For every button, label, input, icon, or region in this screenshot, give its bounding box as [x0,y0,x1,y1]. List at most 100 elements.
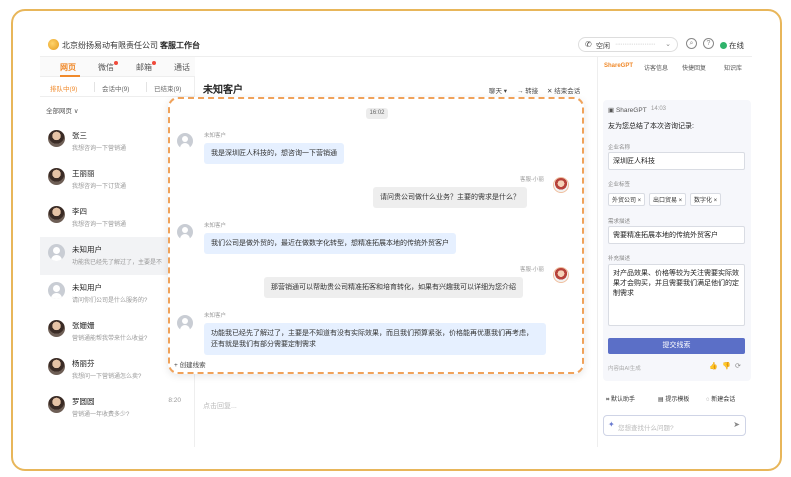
send-icon[interactable]: ➤ [733,420,740,429]
company-logo [48,39,59,50]
company-field[interactable]: 深圳匠人科技 [608,152,745,170]
contact-name: 未知用户 [72,245,102,254]
avatar [48,282,65,299]
refresh-icon[interactable]: ⟳ [735,362,741,370]
source-filter[interactable]: 全部网页 ∨ [46,105,79,115]
avatar [48,320,65,337]
timestamp: 16:02 [366,108,388,119]
contact-time: 8:20 [168,397,181,404]
create-lead-button[interactable]: + 创建线索 [174,359,206,369]
top-bar: 北京纷扬易动有限责任公司 | 客服工作台 ✆ 空闲 ··············… [40,31,752,57]
message-bubble-incoming: 我们公司是做外贸的，最近在做数字化转型，想精准拓展本地的传统外贸客户 [204,233,456,254]
message-sender: 未知客户 [204,313,227,319]
tab-call[interactable]: 通话 [174,62,190,73]
phone-icon: ✆ [585,40,592,49]
summary-card: ▣ ShareGPT 14:03 友为您总结了本次咨询记录: 企业名称 深圳匠人… [603,100,751,381]
online-status-label: 在线 [729,41,744,50]
online-status[interactable]: 在线 [720,40,744,51]
contact-snippet: 我想咨询一下营销通 [72,222,127,228]
prompt-template-label: 提示模板 [665,397,690,403]
thumbs-down-icon[interactable]: 👎 [722,362,731,370]
tab-quick-reply[interactable]: 快捷回复 [682,63,706,72]
customer-avatar [177,133,193,149]
new-chat-button[interactable]: ◌ 新建会话 [703,393,738,407]
tag-chip[interactable]: 数字化 × [690,193,722,206]
contact-snippet: 我想问一下营销通怎么卖? [72,374,142,380]
extra-field[interactable]: 对产品效果、价格等较为关注需要实际效果才会购买，并且需要我们满足他们的定制需求 [608,264,745,326]
chevron-down-icon: ⌄ [665,41,671,48]
status-dot-icon [720,42,727,49]
bot-icon: ▣ [608,107,616,114]
contact-snippet: 我想咨询一下订货通 [72,184,127,190]
company-field-label: 企业名称 [608,145,631,151]
tab-mail-label: 邮箱 [136,63,152,72]
tab-wechat-label: 微信 [98,63,114,72]
tag-chip[interactable]: 外贸公司 × [608,193,646,206]
subtab-divider [146,82,147,92]
channel-tabs: 网页 微信 邮箱 通话 [40,57,195,77]
workspace-title: 客服工作台 [160,41,200,50]
contact-snippet: 请问你们公司是什么服务的? [72,298,148,304]
prompt-template-button[interactable]: ▤ 提示模板 [655,393,692,407]
tab-visitor-info[interactable]: 访客信息 [644,63,668,72]
tab-mail[interactable]: 邮箱 [136,61,156,73]
end-session-button[interactable]: ✕ 结束会话 [547,85,580,95]
contact-snippet: 我想咨询一下营销通 [72,146,127,152]
unread-dot-icon [152,61,156,65]
ai-generated-note: 内容由AI生成 [608,366,641,372]
default-assistant-button[interactable]: ⌗ 默认助手 [603,393,638,407]
sparkle-icon: ✦ [608,420,615,429]
tab-web[interactable]: 网页 [60,62,76,73]
assistant-input[interactable]: ✦ 您想查找什么问题? ➤ [603,415,746,436]
title-separator: | [153,40,156,49]
contact-name: 张三 [72,131,87,140]
agent-avatar [553,267,569,283]
assistant-input-placeholder: 您想查找什么问题? [618,425,674,432]
unread-dot-icon [114,61,118,65]
queue-subtabs: 排队中(9) 会话中(9) 已结束(9) [40,77,195,97]
message-sender: 客服-小丽 [520,177,544,183]
submit-lead-button[interactable]: 提交线索 [608,338,745,354]
tab-wechat[interactable]: 微信 [98,61,118,73]
contact-name: 王丽丽 [72,169,95,178]
contact-name: 李四 [72,207,87,216]
subtab-ended[interactable]: 已结束(9) [154,83,181,93]
contact-snippet: 功能我已经先了解过了，主要是不 [72,260,163,266]
bot-name: ▣ ShareGPT [608,106,647,114]
contact-name: 罗圆圆 [72,397,95,406]
transfer-button[interactable]: → 转接 [517,85,538,95]
subtab-divider [94,82,95,92]
tag-chip[interactable]: 出口贸易 × [649,193,687,206]
search-icon[interactable]: ⌕ [686,38,697,49]
message-bubble-incoming: 功能我已经先了解过了，主要是不知道有没有实际效果，而且我们预算紧张，价格能再优惠… [204,323,546,355]
summary-heading: 友为您总结了本次咨询记录: [608,123,694,130]
contact-item[interactable]: 罗圆圆 营销通一年收费多少? 8:20 [40,389,195,427]
bot-name-label: ShareGPT [615,107,647,114]
contact-snippet: 营销通一年收费多少? [72,412,130,418]
avatar [48,358,65,375]
subtab-active[interactable]: 会话中(9) [102,83,129,93]
chat-mode-dropdown[interactable]: 聊天 ▾ [489,85,507,95]
avatar [48,244,65,261]
default-assistant-label: 默认助手 [611,397,636,403]
avatar [48,396,65,413]
avatar [48,206,65,223]
reply-input[interactable]: 点击回复... [203,401,237,411]
need-field-label: 需求描述 [608,219,631,225]
phone-number: ······················ [615,41,656,48]
message-sender: 客服-小丽 [520,267,544,273]
thumbs-up-icon[interactable]: 👍 [709,362,718,370]
contact-snippet: 营销通能帮我带来什么收益? [72,336,148,342]
phone-status-select[interactable]: ✆ 空闲 ······················ ⌄ [578,37,678,52]
tab-sharegpt[interactable]: ShareGPT [604,63,633,69]
tags-field-label: 企业标签 [608,182,631,188]
tab-knowledge-base[interactable]: 知识库 [724,63,742,72]
need-field[interactable]: 需要精准拓展本地的传统外贸客户 [608,226,745,244]
help-icon[interactable]: ? [703,38,714,49]
message-bubble-outgoing: 请问贵公司做什么业务？主要的需求是什么？ [373,187,527,208]
subtab-queued[interactable]: 排队中(9) [50,83,77,93]
message-sender: 未知客户 [204,223,227,229]
agent-avatar [553,177,569,193]
bot-time: 14:03 [651,106,667,112]
message-sender: 未知客户 [204,133,227,139]
